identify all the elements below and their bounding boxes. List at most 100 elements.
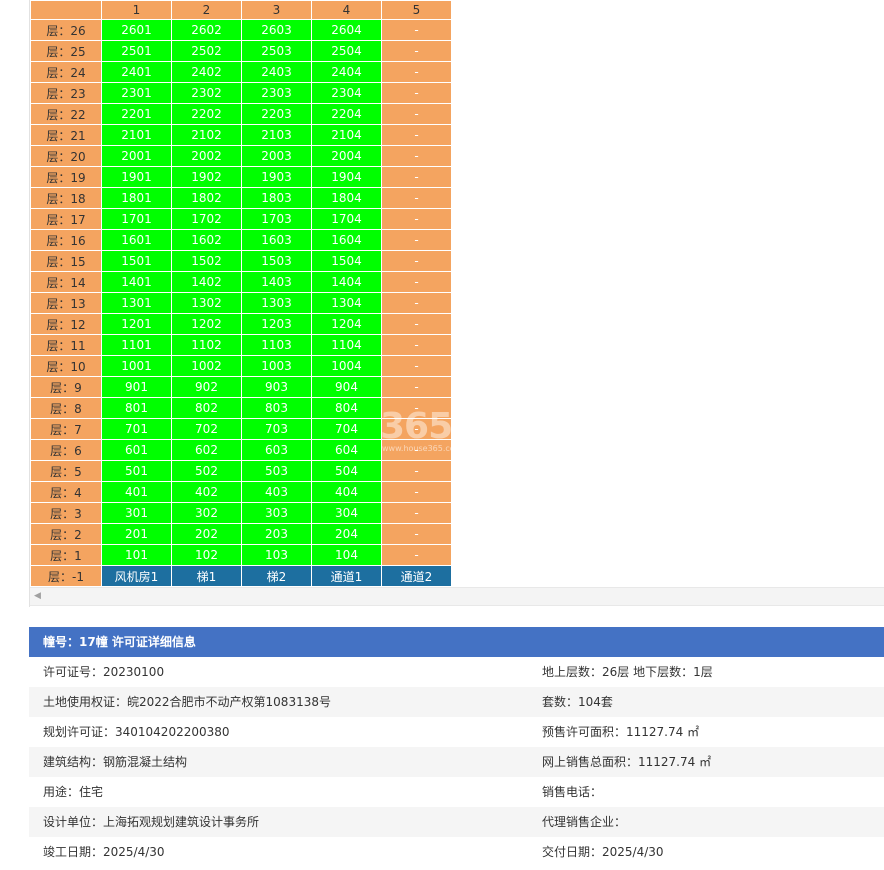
- unit-cell[interactable]: 1401: [101, 271, 172, 293]
- unit-cell[interactable]: 2401: [101, 61, 172, 83]
- unit-cell[interactable]: 501: [101, 460, 172, 482]
- unit-cell[interactable]: 2302: [171, 82, 242, 104]
- unit-cell[interactable]: 2001: [101, 145, 172, 167]
- utility-room-cell[interactable]: 风机房1: [101, 565, 172, 587]
- unit-cell[interactable]: 1103: [241, 334, 312, 356]
- unit-cell[interactable]: 1802: [171, 187, 242, 209]
- unit-cell[interactable]: 1902: [171, 166, 242, 188]
- unit-cell[interactable]: 1603: [241, 229, 312, 251]
- unit-cell[interactable]: 704: [311, 418, 382, 440]
- unit-cell[interactable]: 2202: [171, 103, 242, 125]
- unit-cell[interactable]: 1101: [101, 334, 172, 356]
- unit-cell[interactable]: 2501: [101, 40, 172, 62]
- unit-cell[interactable]: 503: [241, 460, 312, 482]
- unit-cell[interactable]: 302: [171, 502, 242, 524]
- unit-cell[interactable]: 201: [101, 523, 172, 545]
- unit-cell[interactable]: 2004: [311, 145, 382, 167]
- unit-cell[interactable]: 1302: [171, 292, 242, 314]
- unit-cell[interactable]: 204: [311, 523, 382, 545]
- unit-cell[interactable]: 103: [241, 544, 312, 566]
- unit-cell[interactable]: 404: [311, 481, 382, 503]
- unit-cell[interactable]: 2502: [171, 40, 242, 62]
- utility-room-cell[interactable]: 梯1: [171, 565, 242, 587]
- unit-cell[interactable]: 1703: [241, 208, 312, 230]
- unit-cell[interactable]: 1502: [171, 250, 242, 272]
- unit-cell[interactable]: 1301: [101, 292, 172, 314]
- unit-cell[interactable]: 1204: [311, 313, 382, 335]
- unit-cell[interactable]: 801: [101, 397, 172, 419]
- unit-cell[interactable]: 1701: [101, 208, 172, 230]
- unit-cell[interactable]: 301: [101, 502, 172, 524]
- unit-cell[interactable]: 603: [241, 439, 312, 461]
- unit-cell[interactable]: 1403: [241, 271, 312, 293]
- unit-cell[interactable]: 1704: [311, 208, 382, 230]
- unit-cell[interactable]: 804: [311, 397, 382, 419]
- unit-cell[interactable]: 1503: [241, 250, 312, 272]
- unit-cell[interactable]: 2104: [311, 124, 382, 146]
- unit-cell[interactable]: 1501: [101, 250, 172, 272]
- unit-cell[interactable]: 2201: [101, 103, 172, 125]
- unit-cell[interactable]: 601: [101, 439, 172, 461]
- unit-cell[interactable]: 604: [311, 439, 382, 461]
- unit-cell[interactable]: 1803: [241, 187, 312, 209]
- unit-cell[interactable]: 1104: [311, 334, 382, 356]
- unit-cell[interactable]: 1404: [311, 271, 382, 293]
- unit-cell[interactable]: 901: [101, 376, 172, 398]
- unit-cell[interactable]: 1201: [101, 313, 172, 335]
- horizontal-scrollbar[interactable]: ◀: [30, 587, 884, 606]
- unit-cell[interactable]: 2203: [241, 103, 312, 125]
- unit-cell[interactable]: 2103: [241, 124, 312, 146]
- unit-cell[interactable]: 2204: [311, 103, 382, 125]
- unit-cell[interactable]: 802: [171, 397, 242, 419]
- unit-cell[interactable]: 1804: [311, 187, 382, 209]
- unit-cell[interactable]: 1002: [171, 355, 242, 377]
- unit-cell[interactable]: 701: [101, 418, 172, 440]
- unit-cell[interactable]: 1004: [311, 355, 382, 377]
- unit-cell[interactable]: 1003: [241, 355, 312, 377]
- unit-cell[interactable]: 1604: [311, 229, 382, 251]
- unit-cell[interactable]: 102: [171, 544, 242, 566]
- unit-cell[interactable]: 2403: [241, 61, 312, 83]
- unit-cell[interactable]: 1903: [241, 166, 312, 188]
- unit-cell[interactable]: 2402: [171, 61, 242, 83]
- unit-cell[interactable]: 303: [241, 502, 312, 524]
- unit-cell[interactable]: 1001: [101, 355, 172, 377]
- unit-cell[interactable]: 401: [101, 481, 172, 503]
- unit-cell[interactable]: 1304: [311, 292, 382, 314]
- unit-cell[interactable]: 602: [171, 439, 242, 461]
- unit-cell[interactable]: 2604: [311, 19, 382, 41]
- unit-cell[interactable]: 2003: [241, 145, 312, 167]
- unit-cell[interactable]: 2602: [171, 19, 242, 41]
- unit-cell[interactable]: 1203: [241, 313, 312, 335]
- unit-cell[interactable]: 2503: [241, 40, 312, 62]
- utility-room-cell[interactable]: 通道1: [311, 565, 382, 587]
- unit-cell[interactable]: 2002: [171, 145, 242, 167]
- unit-cell[interactable]: 2102: [171, 124, 242, 146]
- unit-cell[interactable]: 104: [311, 544, 382, 566]
- unit-cell[interactable]: 1904: [311, 166, 382, 188]
- unit-cell[interactable]: 2101: [101, 124, 172, 146]
- utility-room-cell[interactable]: 通道2: [381, 565, 452, 587]
- unit-cell[interactable]: 203: [241, 523, 312, 545]
- unit-cell[interactable]: 1702: [171, 208, 242, 230]
- unit-cell[interactable]: 403: [241, 481, 312, 503]
- unit-cell[interactable]: 1901: [101, 166, 172, 188]
- unit-cell[interactable]: 504: [311, 460, 382, 482]
- unit-cell[interactable]: 904: [311, 376, 382, 398]
- unit-cell[interactable]: 2301: [101, 82, 172, 104]
- scroll-left-arrow-icon[interactable]: ◀: [34, 591, 41, 601]
- unit-cell[interactable]: 2603: [241, 19, 312, 41]
- unit-cell[interactable]: 1602: [171, 229, 242, 251]
- unit-cell[interactable]: 1601: [101, 229, 172, 251]
- unit-cell[interactable]: 1102: [171, 334, 242, 356]
- unit-cell[interactable]: 402: [171, 481, 242, 503]
- unit-cell[interactable]: 101: [101, 544, 172, 566]
- unit-cell[interactable]: 2601: [101, 19, 172, 41]
- unit-cell[interactable]: 803: [241, 397, 312, 419]
- unit-cell[interactable]: 1504: [311, 250, 382, 272]
- unit-cell[interactable]: 902: [171, 376, 242, 398]
- unit-cell[interactable]: 703: [241, 418, 312, 440]
- unit-cell[interactable]: 1402: [171, 271, 242, 293]
- utility-room-cell[interactable]: 梯2: [241, 565, 312, 587]
- unit-cell[interactable]: 202: [171, 523, 242, 545]
